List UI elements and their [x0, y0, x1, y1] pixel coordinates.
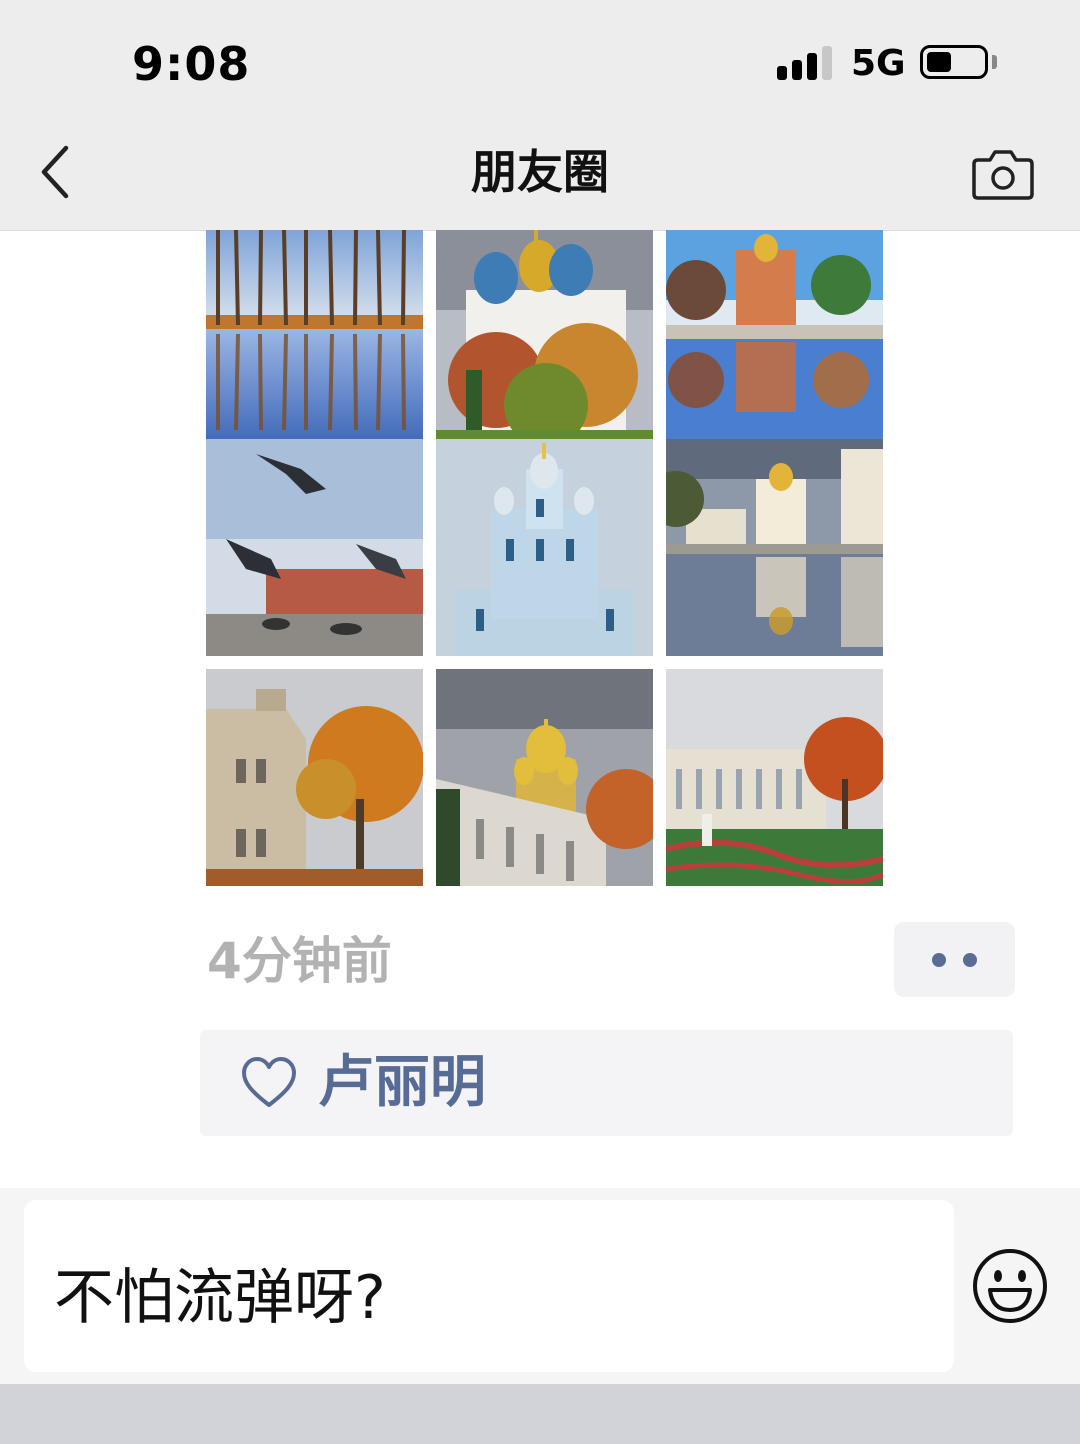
page-title: 朋友圈: [471, 145, 609, 199]
battery-icon: [920, 45, 988, 79]
two-dots-icon: [932, 953, 946, 967]
camera-icon[interactable]: [970, 146, 1036, 202]
photo-stone-house-autumn[interactable]: [206, 669, 423, 886]
post-timestamp: 4分钟前: [207, 932, 392, 990]
photo-pigeons-square[interactable]: [206, 439, 423, 656]
top-header: 9:08 5G 朋友圈: [0, 0, 1080, 231]
photo-lavra-reflection[interactable]: [666, 439, 883, 656]
two-dots-icon-dot: [963, 953, 977, 967]
more-actions-button[interactable]: [894, 922, 1015, 997]
network-type: 5G: [851, 43, 906, 84]
battery-cap: [992, 55, 997, 69]
comment-draft-text: 不怕流弹呀?: [54, 1263, 386, 1333]
battery-level: [927, 52, 951, 72]
heart-outline-icon: [240, 1055, 298, 1111]
photo-smolny-cathedral[interactable]: [436, 439, 653, 656]
keyboard-area: [0, 1384, 1080, 1444]
smiley-icon[interactable]: [970, 1246, 1050, 1326]
cellular-signal-icon: [777, 44, 833, 80]
photo-golden-domes-palace[interactable]: [436, 669, 653, 886]
photo-birch-reflection[interactable]: [206, 230, 423, 447]
photo-grid: [206, 230, 883, 886]
photo-monastery-reflection[interactable]: [666, 230, 883, 447]
liker-name[interactable]: 卢丽明: [318, 1048, 486, 1118]
comment-input[interactable]: 不怕流弹呀?: [24, 1200, 954, 1372]
photo-cathedral-domes[interactable]: [436, 230, 653, 447]
status-time: 9:08: [132, 37, 251, 91]
likes-section: 卢丽明: [200, 1030, 1013, 1136]
photo-catherine-palace-garden[interactable]: [666, 669, 883, 886]
chevron-left-icon[interactable]: [30, 140, 86, 204]
comment-bar: 不怕流弹呀?: [0, 1188, 1080, 1384]
